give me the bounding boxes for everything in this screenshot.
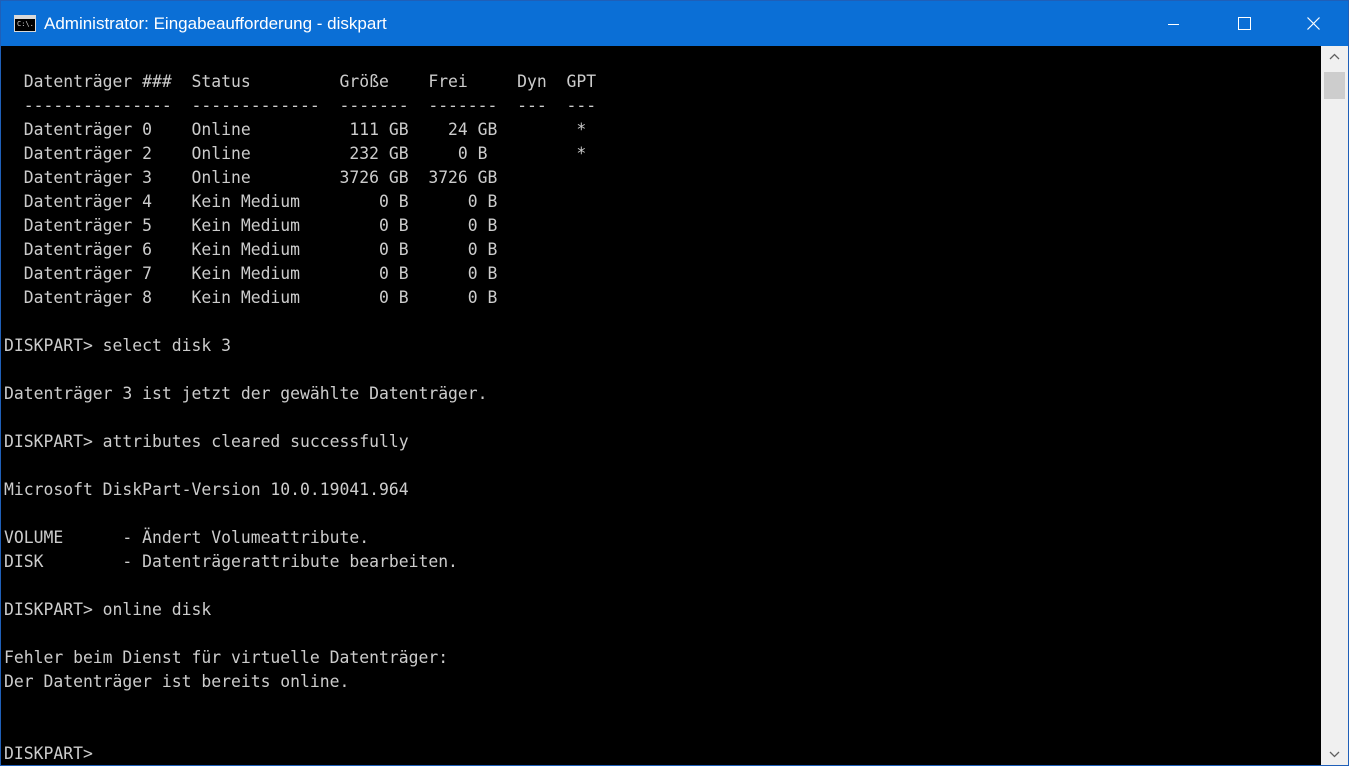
scrollbar-thumb[interactable] xyxy=(1324,72,1345,99)
maximize-icon xyxy=(1238,17,1251,30)
command-prompt-icon-bar xyxy=(15,16,35,19)
error-line: Der Datenträger ist bereits online. xyxy=(4,672,350,691)
table-row: Datenträger 0 Online 111 GB 24 GB * xyxy=(4,120,587,139)
table-row: Datenträger 4 Kein Medium 0 B 0 B xyxy=(4,192,498,211)
command-prompt-window: C:\. Administrator: Eingabeaufforderung … xyxy=(0,0,1349,766)
command-prompt-icon-text: C:\. xyxy=(17,20,34,28)
table-row: Datenträger 6 Kein Medium 0 B 0 B xyxy=(4,240,498,259)
title-bar[interactable]: C:\. Administrator: Eingabeaufforderung … xyxy=(1,1,1348,46)
console-output[interactable]: Datenträger ### Status Größe Frei Dyn GP… xyxy=(1,46,1321,765)
table-header-line: Datenträger ### Status Größe Frei Dyn GP… xyxy=(4,72,597,91)
output-line: VOLUME - Ändert Volumeattribute. xyxy=(4,528,370,547)
output-line: Microsoft DiskPart-Version 10.0.19041.96… xyxy=(4,480,409,499)
error-line: Fehler beim Dienst für virtuelle Datentr… xyxy=(4,648,449,667)
command-line: DISKPART> online disk xyxy=(4,600,212,619)
close-icon xyxy=(1307,17,1320,30)
command-line: DISKPART> select disk 3 xyxy=(4,336,231,355)
scroll-up-button[interactable] xyxy=(1321,46,1348,68)
window-title: Administrator: Eingabeaufforderung - dis… xyxy=(44,14,387,33)
output-line: Datenträger 3 ist jetzt der gewählte Dat… xyxy=(4,384,488,403)
close-button[interactable] xyxy=(1278,1,1348,46)
chevron-down-icon xyxy=(1329,751,1340,758)
minimize-icon xyxy=(1168,24,1179,25)
table-row: Datenträger 3 Online 3726 GB 3726 GB xyxy=(4,168,498,187)
command-prompt-line[interactable]: DISKPART> xyxy=(4,742,103,765)
scroll-down-button[interactable] xyxy=(1321,743,1348,765)
command-prompt-icon[interactable]: C:\. xyxy=(14,15,36,32)
minimize-button[interactable] xyxy=(1138,1,1208,46)
table-separator-line: --------------- ------------- ------- --… xyxy=(4,96,597,115)
table-row: Datenträger 7 Kein Medium 0 B 0 B xyxy=(4,264,498,283)
vertical-scrollbar[interactable] xyxy=(1321,46,1348,765)
table-row: Datenträger 8 Kein Medium 0 B 0 B xyxy=(4,288,498,307)
table-row: Datenträger 2 Online 232 GB 0 B * xyxy=(4,144,587,163)
maximize-button[interactable] xyxy=(1208,1,1278,46)
output-line: DISK - Datenträgerattribute bearbeiten. xyxy=(4,552,458,571)
command-line: DISKPART> attributes cleared successfull… xyxy=(4,432,409,451)
table-row: Datenträger 5 Kein Medium 0 B 0 B xyxy=(4,216,498,235)
chevron-up-icon xyxy=(1329,53,1340,60)
